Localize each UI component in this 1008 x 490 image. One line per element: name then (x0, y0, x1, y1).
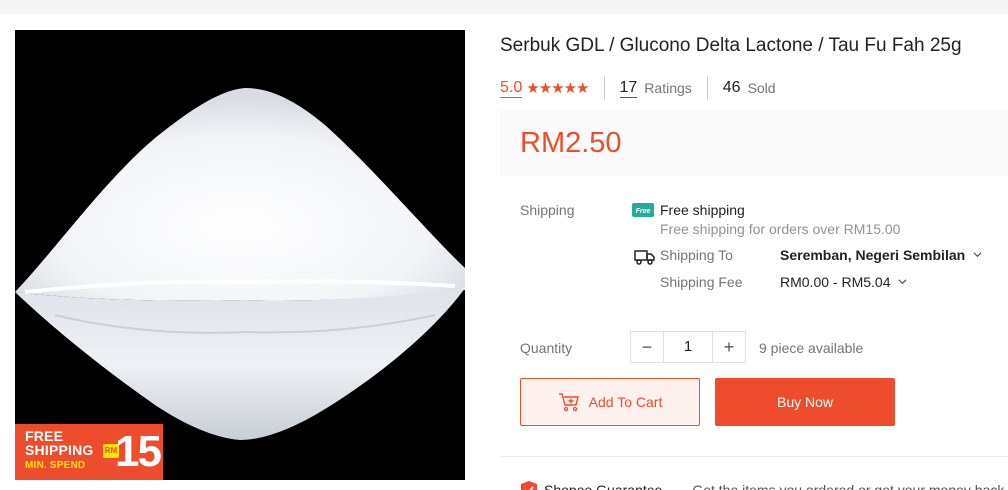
product-price: RM2.50 (520, 127, 622, 159)
add-to-cart-label: Add To Cart (588, 394, 663, 410)
shipping-to-value: Seremban, Negeri Sembilan (780, 247, 966, 263)
free-shipping-subtitle: Free shipping for orders over RM15.00 (660, 221, 901, 237)
badge-line-3: MIN. SPEND (25, 460, 86, 471)
product-title: Serbuk GDL / Glucono Delta Lactone / Tau… (500, 35, 962, 56)
buy-now-label: Buy Now (776, 394, 834, 410)
salt-pile-image (15, 88, 465, 440)
divider (706, 76, 708, 100)
stock-available: 9 piece available (759, 340, 864, 356)
chevron-down-icon (898, 279, 907, 285)
free-shipping-title: Free shipping (660, 202, 745, 218)
ratings-label: Ratings (644, 80, 692, 96)
price-box: RM2.50 (500, 110, 1008, 176)
badge-line-2: SHIPPING (25, 442, 94, 458)
free-shipping-icon: Free (632, 203, 654, 217)
shipping-label: Shipping (520, 202, 575, 218)
quantity-label: Quantity (520, 340, 573, 356)
product-card: FREE SHIPPING MIN. SPEND RM 15 Serbuk GD… (0, 14, 1008, 490)
rating-row: 5.0 ★★★★★ 17 Ratings 46 Sold (500, 76, 776, 100)
add-to-cart-button[interactable]: Add To Cart (520, 378, 700, 426)
quantity-stepper: − 1 + (630, 331, 746, 363)
product-image[interactable]: FREE SHIPPING MIN. SPEND RM 15 (15, 30, 465, 480)
shipping-fee-selector[interactable]: RM0.00 - RM5.04 (780, 274, 907, 290)
sold-label: Sold (747, 80, 776, 96)
ratings-count[interactable]: 17 (619, 79, 638, 98)
shield-icon (521, 481, 537, 490)
quantity-input[interactable]: 1 (663, 332, 713, 362)
truck-icon (634, 250, 655, 265)
quantity-decrease-button[interactable]: − (631, 332, 663, 362)
guarantee-title: Shopee Guarantee (544, 482, 663, 490)
shipping-fee-value: RM0.00 - RM5.04 (780, 274, 891, 290)
chevron-down-icon (973, 252, 982, 258)
badge-line-1: FREE (25, 428, 64, 444)
divider (603, 76, 605, 100)
buy-now-button[interactable]: Buy Now (715, 378, 895, 426)
badge-amount: 15 (115, 427, 162, 476)
rating-value[interactable]: 5.0 (500, 79, 523, 98)
sold-count: 46 (722, 79, 741, 96)
star-rating-icon: ★★★★★ (526, 80, 589, 97)
free-tag-text: Free (636, 208, 651, 215)
cart-plus-icon (558, 393, 579, 412)
guarantee-subtitle: Get the items you ordered or get your mo… (692, 482, 1005, 490)
shipping-to-selector[interactable]: Seremban, Negeri Sembilan (780, 247, 982, 263)
shopee-guarantee[interactable]: Shopee Guarantee Get the items you order… (520, 480, 1004, 490)
quantity-increase-button[interactable]: + (713, 332, 745, 362)
section-divider (500, 456, 1008, 457)
shipping-to-label: Shipping To (660, 247, 733, 263)
shipping-fee-label: Shipping Fee (660, 274, 743, 290)
free-shipping-badge: FREE SHIPPING MIN. SPEND RM 15 (15, 424, 163, 480)
